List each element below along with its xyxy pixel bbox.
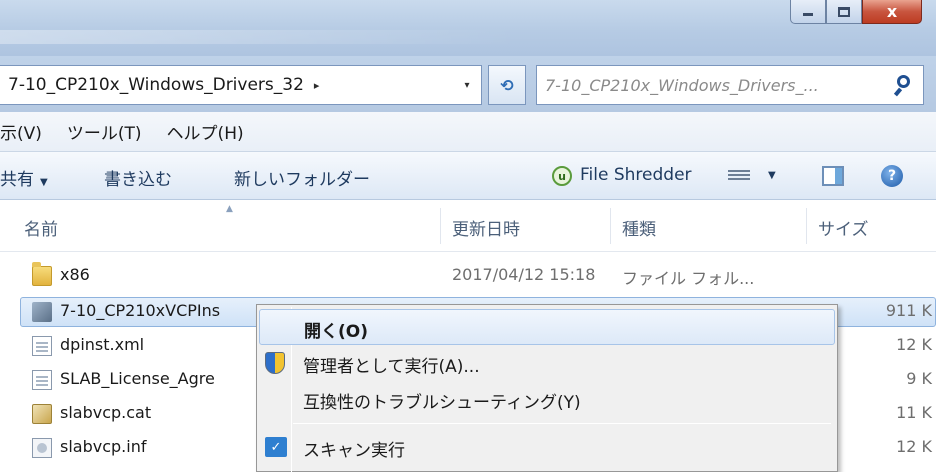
file-row-x86[interactable]: x86 2017/04/12 15:18 ファイル フォル... [0, 260, 936, 292]
file-name: slabvcp.inf [60, 437, 147, 456]
file-name: dpinst.xml [60, 335, 145, 354]
uac-shield-icon [265, 352, 285, 374]
context-menu-run-as-admin[interactable]: 管理者として実行(A)... [259, 345, 835, 381]
minimize-button[interactable] [790, 0, 826, 24]
column-type[interactable]: 種類 [622, 215, 656, 240]
xml-file-icon [32, 336, 52, 356]
file-name: x86 [60, 265, 90, 284]
search-input[interactable]: 7-10_CP210x_Windows_Drivers_... [545, 76, 889, 95]
column-name[interactable]: 名前 [24, 215, 58, 240]
column-divider[interactable] [806, 208, 807, 244]
scan-label: スキャン実行 [303, 441, 405, 461]
troubleshoot-label: 互換性のトラブルシューティング(Y) [303, 393, 581, 413]
catalog-file-icon [32, 404, 52, 424]
menu-view[interactable]: 示(V) [0, 119, 42, 144]
file-name: SLAB_License_Agre [60, 369, 215, 388]
navigation-bar: 7-10_CP210x_Windows_Drivers_32 ▸ ▾ ⟲ 7-1… [0, 56, 936, 112]
menu-separator [293, 423, 831, 424]
maximize-icon [838, 6, 850, 17]
menu-tools[interactable]: ツール(T) [67, 119, 142, 144]
title-bar: x [0, 0, 936, 56]
folder-icon [32, 262, 52, 286]
context-menu-open[interactable]: 開く(O) [259, 309, 835, 345]
maximize-button[interactable] [826, 0, 862, 24]
address-history-dropdown-icon[interactable]: ▾ [452, 65, 482, 105]
inf-file-icon [32, 438, 52, 458]
share-button[interactable]: 共有 ▼ [0, 165, 48, 190]
address-bar[interactable]: 7-10_CP210x_Windows_Drivers_32 ▸ [0, 65, 482, 105]
column-divider[interactable] [440, 208, 441, 244]
refresh-icon: ⟲ [500, 75, 514, 95]
file-size: 911 K [885, 301, 932, 320]
breadcrumb-arrow-icon[interactable]: ▸ [314, 79, 320, 92]
file-name: slabvcp.cat [60, 403, 152, 422]
window-controls: x [790, 0, 922, 24]
command-bar: 共有 ▼ 書き込む 新しいフォルダー u File Shredder ▼ ? [0, 152, 936, 200]
open-label: 開く(O) [304, 322, 368, 342]
menu-bar: 示(V) ツール(T) ヘルプ(H) [0, 112, 936, 152]
preview-pane-icon[interactable] [822, 166, 844, 186]
file-type: ファイル フォル... [622, 269, 755, 288]
context-menu: 開く(O) 管理者として実行(A)... 互換性のトラブルシューティング(Y) … [256, 304, 838, 472]
minimize-icon [803, 13, 813, 16]
file-name: 7-10_CP210xVCPIns [60, 301, 221, 320]
file-shredder-button[interactable]: File Shredder [580, 165, 692, 185]
file-size: 11 K [896, 403, 932, 422]
menu-help[interactable]: ヘルプ(H) [167, 119, 244, 144]
column-divider[interactable] [610, 208, 611, 244]
chevron-down-icon: ▼ [40, 177, 48, 188]
document-icon [32, 370, 52, 390]
column-headers: ▲ 名前 更新日時 種類 サイズ [0, 200, 936, 252]
file-date: 2017/04/12 15:18 [452, 265, 596, 284]
sort-caret-icon: ▲ [226, 204, 233, 214]
run-as-admin-label: 管理者として実行(A)... [303, 357, 480, 377]
installer-icon [32, 302, 52, 322]
view-options-icon[interactable] [728, 168, 750, 184]
file-size: 12 K [896, 335, 932, 354]
search-icon[interactable] [889, 68, 923, 102]
file-size: 9 K [906, 369, 932, 388]
search-field[interactable]: 7-10_CP210x_Windows_Drivers_... [536, 65, 924, 105]
help-icon[interactable]: ? [881, 165, 903, 187]
close-button[interactable]: x [862, 0, 922, 24]
breadcrumb-folder[interactable]: 7-10_CP210x_Windows_Drivers_32 [8, 75, 304, 95]
context-menu-scan[interactable]: ✓ スキャン実行 [259, 429, 835, 465]
context-menu-troubleshoot[interactable]: 互換性のトラブルシューティング(Y) [259, 381, 835, 417]
refresh-button[interactable]: ⟲ [488, 65, 526, 105]
file-shredder-icon[interactable]: u [552, 166, 572, 186]
burn-button[interactable]: 書き込む [104, 165, 172, 190]
share-label: 共有 [0, 170, 34, 190]
new-folder-button[interactable]: 新しいフォルダー [234, 165, 370, 190]
file-size: 12 K [896, 437, 932, 456]
column-size[interactable]: サイズ [818, 215, 869, 240]
scan-icon: ✓ [265, 437, 287, 457]
chevron-down-icon[interactable]: ▼ [768, 170, 776, 181]
column-date[interactable]: 更新日時 [452, 215, 520, 240]
close-icon: x [886, 2, 898, 21]
